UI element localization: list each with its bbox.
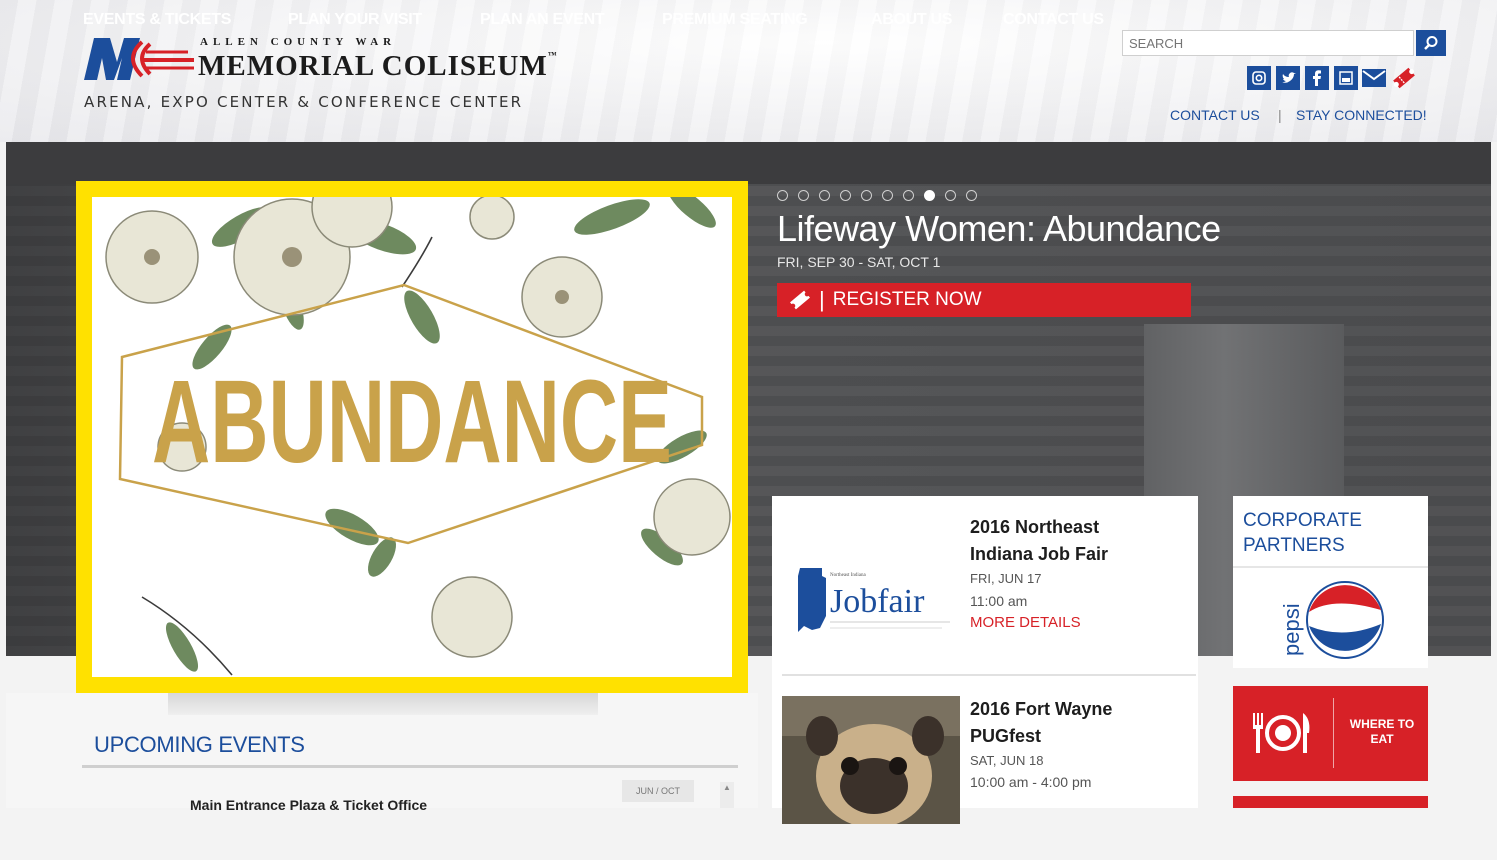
upcoming-scroll-up-button[interactable]: ▲ bbox=[720, 782, 734, 808]
search-icon bbox=[1424, 36, 1438, 50]
event-date: SAT, JUN 18 bbox=[970, 753, 1044, 768]
stay-connected-link[interactable]: STAY CONNECTED! bbox=[1296, 107, 1427, 123]
event-card[interactable]: 2016 Fort Wayne PUGfest SAT, JUN 18 10:0… bbox=[772, 678, 1198, 860]
pepsi-logo-icon: pepsi bbox=[1279, 581, 1384, 659]
slider-dot[interactable] bbox=[861, 190, 872, 201]
event-card[interactable]: Northeast Indiana Jobfair 2016 Northeast… bbox=[772, 496, 1198, 678]
featured-event-image-title: ABUNDANCE bbox=[152, 356, 672, 488]
search-input[interactable] bbox=[1122, 30, 1414, 56]
logo-wordmark: MEMORIAL COLISEUM™ bbox=[198, 50, 558, 83]
youtube-link[interactable] bbox=[1334, 66, 1358, 90]
main-navigation bbox=[6, 142, 1491, 184]
nav-premium-seating[interactable]: PREMIUM SEATING bbox=[662, 11, 808, 29]
slider-dot[interactable] bbox=[945, 190, 956, 201]
event-date: FRI, JUN 17 bbox=[970, 571, 1042, 586]
nav-plan-your-visit[interactable]: PLAN YOUR VISIT bbox=[288, 11, 422, 29]
instagram-icon bbox=[1252, 71, 1266, 85]
dining-icon bbox=[1253, 713, 1310, 753]
where-to-eat-label: WHERE TO EAT bbox=[1349, 717, 1415, 746]
search-button[interactable] bbox=[1416, 30, 1446, 56]
ticket-icon bbox=[790, 290, 810, 310]
event-time: 10:00 am - 4:00 pm bbox=[970, 774, 1092, 790]
slider-dot[interactable] bbox=[840, 190, 851, 201]
slider-dot[interactable] bbox=[777, 190, 788, 201]
header-link-separator: | bbox=[1278, 107, 1282, 123]
slider-dot[interactable] bbox=[966, 190, 977, 201]
hero-event-title: Lifeway Women: Abundance bbox=[777, 208, 1221, 249]
jobfair-thumbnail: Northeast Indiana Jobfair bbox=[782, 516, 960, 644]
pepsi-logo-text: pepsi bbox=[1279, 603, 1304, 656]
event-title-line1[interactable]: 2016 Fort Wayne bbox=[970, 696, 1112, 723]
header-contact-us-link[interactable]: CONTACT US bbox=[1170, 107, 1260, 123]
coliseum-logo-icon bbox=[84, 38, 194, 80]
facebook-link[interactable] bbox=[1305, 66, 1329, 90]
corporate-partners-title: CORPORATE PARTNERS bbox=[1243, 510, 1362, 556]
sidebar-next-button[interactable] bbox=[1233, 796, 1428, 808]
youtube-icon bbox=[1339, 71, 1353, 85]
event-title-line2[interactable]: Indiana Job Fair bbox=[970, 541, 1108, 568]
more-details-link[interactable]: MORE DETAILS bbox=[970, 614, 1081, 631]
hero-event-date: FRI, SEP 30 - SAT, OCT 1 bbox=[777, 254, 941, 270]
abundance-artwork: ABUNDANCE bbox=[105, 197, 731, 676]
event-title-line2[interactable]: PUGfest bbox=[970, 723, 1041, 750]
upcoming-event-item[interactable]: Main Entrance Plaza & Ticket Office bbox=[190, 797, 427, 813]
register-now-label: REGISTER NOW bbox=[832, 289, 982, 310]
corporate-partners-panel: CORPORATE PARTNERS pepsi bbox=[1233, 496, 1428, 668]
event-title-line1[interactable]: 2016 Northeast bbox=[970, 514, 1099, 541]
nav-events-tickets[interactable]: EVENTS & TICKETS bbox=[83, 11, 231, 29]
slider-pagination bbox=[777, 190, 977, 201]
featured-event-image[interactable]: ABUNDANCE bbox=[92, 197, 732, 677]
svg-text:Northeast Indiana: Northeast Indiana bbox=[830, 573, 866, 578]
event-time: 11:00 am bbox=[970, 593, 1028, 609]
upcoming-events-title: UPCOMING EVENTS bbox=[94, 732, 305, 757]
tickets-link[interactable] bbox=[1392, 66, 1416, 90]
pug-photo bbox=[782, 696, 960, 828]
nav-about-us[interactable]: ABOUT US bbox=[871, 11, 952, 29]
facebook-icon bbox=[1313, 70, 1321, 86]
logo-subtitle: ARENA, EXPO CENTER & CONFERENCE CENTER bbox=[84, 93, 524, 111]
slider-dot[interactable] bbox=[798, 190, 809, 201]
twitter-link[interactable] bbox=[1276, 66, 1300, 90]
slider-dot[interactable] bbox=[924, 190, 935, 201]
upcoming-date-tab[interactable]: JUN / OCT bbox=[622, 780, 694, 802]
slider-dot[interactable] bbox=[819, 190, 830, 201]
register-separator: | bbox=[819, 287, 825, 312]
twitter-icon bbox=[1281, 71, 1296, 83]
logo-wordmark-text: MEMORIAL COLISEUM bbox=[198, 50, 548, 82]
trademark-symbol: ™ bbox=[547, 50, 558, 60]
logo-tagline-top: ALLEN COUNTY WAR bbox=[200, 36, 397, 48]
pugfest-thumbnail bbox=[782, 696, 960, 828]
register-now-button[interactable]: | REGISTER NOW bbox=[777, 283, 1191, 317]
email-icon bbox=[1362, 69, 1386, 87]
where-to-eat-button[interactable]: WHERE TO EAT bbox=[1233, 686, 1428, 781]
email-link[interactable] bbox=[1362, 66, 1386, 90]
nav-contact-us[interactable]: CONTACT US bbox=[1003, 11, 1104, 29]
jobfair-logo-text: Jobfair bbox=[830, 583, 925, 620]
slider-dot[interactable] bbox=[882, 190, 893, 201]
ticket-icon bbox=[1393, 67, 1415, 89]
nav-plan-an-event[interactable]: PLAN AN EVENT bbox=[480, 11, 605, 29]
slider-dot[interactable] bbox=[903, 190, 914, 201]
instagram-link[interactable] bbox=[1247, 66, 1271, 90]
featured-events-list: Northeast Indiana Jobfair 2016 Northeast… bbox=[772, 496, 1198, 828]
jobfair-logo-icon: Northeast Indiana Jobfair bbox=[798, 568, 950, 632]
